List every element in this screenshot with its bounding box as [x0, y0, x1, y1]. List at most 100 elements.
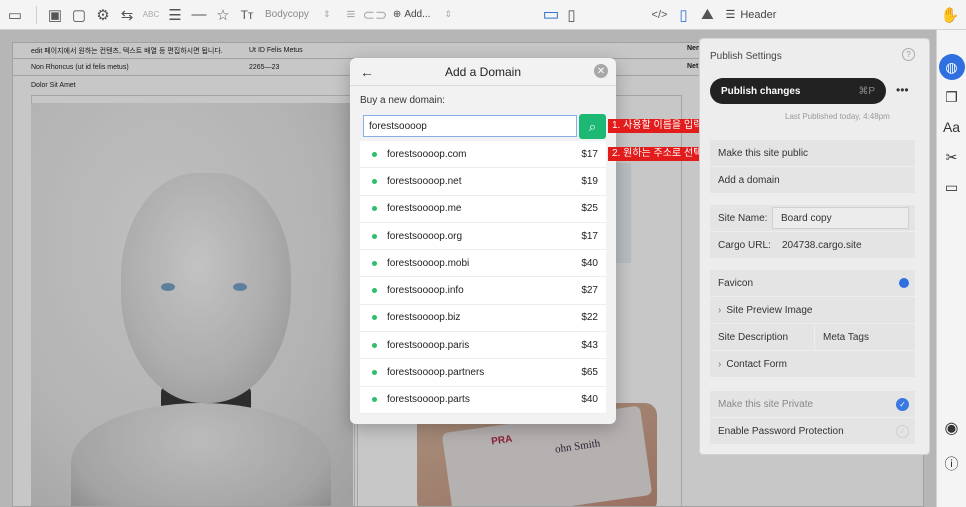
domain-name: forestsoooop.biz [387, 312, 461, 324]
domain-price: $22 [581, 312, 598, 324]
search-icon: ⌕ [588, 118, 597, 134]
back-arrow-icon[interactable]: ← [360, 64, 374, 80]
horizontal-rule-icon[interactable]: — [187, 0, 211, 30]
image-gallery-icon[interactable]: ▣ [43, 0, 67, 30]
publish-changes-button[interactable]: Publish changes ⌘P [710, 78, 886, 104]
hand-tool-icon[interactable]: ✋ [939, 4, 961, 26]
toolbar-divider [36, 5, 37, 24]
favicon-row[interactable]: Favicon [710, 270, 915, 297]
page-icon[interactable]: ▯ [671, 0, 695, 30]
domain-name: forestsoooop.com [387, 148, 467, 160]
link-icon[interactable]: ⊂⊃ [362, 0, 387, 30]
domain-price: $43 [581, 339, 598, 351]
domain-price: $27 [581, 285, 598, 297]
icon-set-icon[interactable]: ☆ [211, 0, 235, 30]
monitor-embed-icon[interactable]: ▢ [67, 0, 91, 30]
menu-icon: ☰ [725, 9, 736, 21]
list-icon[interactable]: ☰ [163, 0, 187, 30]
availability-dot-icon [372, 397, 377, 403]
globe-icon[interactable]: ◍ [938, 54, 965, 80]
window-icon[interactable]: ▭ [0, 0, 30, 30]
domain-price: $40 [581, 394, 598, 406]
domain-result-item[interactable]: forestsoooop.me $25 [360, 195, 606, 223]
site-description-button[interactable]: Site Description [718, 332, 788, 343]
last-published-text: Last Published today, 4:48pm [785, 112, 890, 121]
mobile-view-icon[interactable]: ▯ [559, 0, 583, 30]
domain-section: Make this site public Add a domain [710, 140, 915, 194]
cargo-url-value: 204738.cargo.site [782, 239, 862, 251]
description-row: Site Description Meta Tags [710, 324, 915, 351]
code-view-icon[interactable]: </> [647, 0, 671, 30]
header-menu[interactable]: ☰ Header [719, 0, 782, 30]
domain-result-item[interactable]: forestsoooop.mobi $40 [360, 250, 606, 278]
site-info-section: Site Name: Board copy Cargo URL: 204738.… [710, 205, 915, 259]
cargo-url-row: Cargo URL: 204738.cargo.site [710, 232, 915, 259]
cargo-url-label: Cargo URL: [718, 239, 771, 251]
domain-result-item[interactable]: forestsoooop.net $19 [360, 168, 606, 196]
link-swap-icon[interactable]: ⇆ [115, 0, 139, 30]
domain-result-item[interactable]: forestsoooop.info $27 [360, 277, 606, 305]
domain-result-item[interactable]: forestsoooop.org $17 [360, 222, 606, 251]
image-icon[interactable]: ⛰ [695, 0, 719, 30]
domain-name: forestsoooop.parts [387, 394, 470, 406]
domain-price: $17 [581, 148, 598, 160]
gallery-settings-icon[interactable]: ⚙ [91, 0, 115, 30]
top-toolbar: ▭ ▣ ▢ ⚙ ⇆ ABC ☰ — ☆ Tт Bodycopy ⇕ ≡ ⊂⊃ ⊕… [0, 0, 966, 30]
domain-result-item[interactable]: forestsoooop.parts $40 [360, 386, 606, 414]
meta-tags-button[interactable]: Meta Tags [814, 324, 869, 351]
domain-search-button[interactable]: ⌕ [579, 114, 606, 139]
add-domain-row[interactable]: Add a domain [710, 167, 915, 194]
domain-result-item[interactable]: forestsoooop.com $17 [360, 141, 606, 169]
chevron-updown-icon[interactable]: ⇕ [436, 0, 460, 30]
publish-settings-panel: Publish Settings ? Publish changes ⌘P ••… [699, 38, 930, 455]
spellcheck-icon[interactable]: ABC [139, 0, 163, 30]
availability-dot-icon [372, 260, 377, 266]
availability-dot-icon [372, 288, 377, 294]
availability-dot-icon [372, 206, 377, 212]
privacy-section: Make this site Private ✓ Enable Password… [710, 391, 915, 445]
favicon-globe-icon [899, 278, 909, 288]
text-style-icon[interactable]: Tт [235, 0, 259, 30]
chevron-right-icon: › [718, 358, 722, 370]
password-protection-row[interactable]: Enable Password Protection ✓ [710, 418, 915, 445]
close-icon[interactable]: ✕ [594, 64, 608, 78]
meta-section: Favicon › Site Preview Image Site Descri… [710, 270, 915, 378]
site-name-field[interactable]: Board copy [772, 207, 909, 229]
typography-icon[interactable]: Aa [939, 114, 965, 140]
add-button[interactable]: ⊕ Add... [387, 0, 437, 30]
commerce-icon[interactable]: ▭ [939, 174, 965, 200]
align-icon[interactable]: ≡ [339, 0, 363, 30]
make-private-row[interactable]: Make this site Private ✓ [710, 391, 915, 418]
domain-result-item[interactable]: forestsoooop.biz $22 [360, 304, 606, 333]
availability-dot-icon [372, 315, 377, 321]
availability-dot-icon [372, 370, 377, 376]
account-icon[interactable]: ◉ [939, 415, 965, 441]
domain-result-item[interactable]: forestsoooop.paris $43 [360, 332, 606, 360]
site-name-row: Site Name: Board copy [710, 205, 915, 232]
design-tools-icon[interactable]: ✂ [939, 144, 965, 170]
style-select[interactable]: Bodycopy [259, 0, 315, 30]
domain-price: $65 [581, 367, 598, 379]
availability-dot-icon [372, 233, 377, 239]
add-domain-modal: ← Add a Domain ✕ Buy a new domain: ⌕ for… [350, 58, 616, 424]
publish-shortcut: ⌘P [858, 85, 875, 97]
domain-name: forestsoooop.org [387, 230, 463, 242]
chevron-updown-icon[interactable]: ⇕ [315, 0, 339, 30]
domain-result-item[interactable]: forestsoooop.partners $65 [360, 359, 606, 387]
modal-title: Add a Domain [444, 64, 522, 79]
domain-search-input[interactable] [363, 115, 577, 137]
checkmark-icon[interactable]: ✓ [896, 397, 909, 411]
domain-name: forestsoooop.info [387, 285, 464, 297]
more-options-icon[interactable]: ••• [896, 83, 909, 97]
annotation-step-2: 2. 원하는 주소로 선택 [608, 147, 707, 161]
site-preview-image-row[interactable]: › Site Preview Image [710, 297, 915, 324]
desktop-view-icon[interactable]: ▭ [542, 0, 559, 30]
site-name-label: Site Name: [718, 212, 768, 224]
help-icon[interactable]: ⓘ [939, 451, 965, 477]
make-public-row[interactable]: Make this site public [710, 140, 915, 167]
pages-icon[interactable]: ❐ [939, 84, 965, 110]
question-icon[interactable]: ? [902, 48, 915, 61]
domain-price: $19 [581, 175, 598, 187]
checkmark-icon[interactable]: ✓ [896, 424, 909, 438]
contact-form-row[interactable]: › Contact Form [710, 351, 915, 378]
